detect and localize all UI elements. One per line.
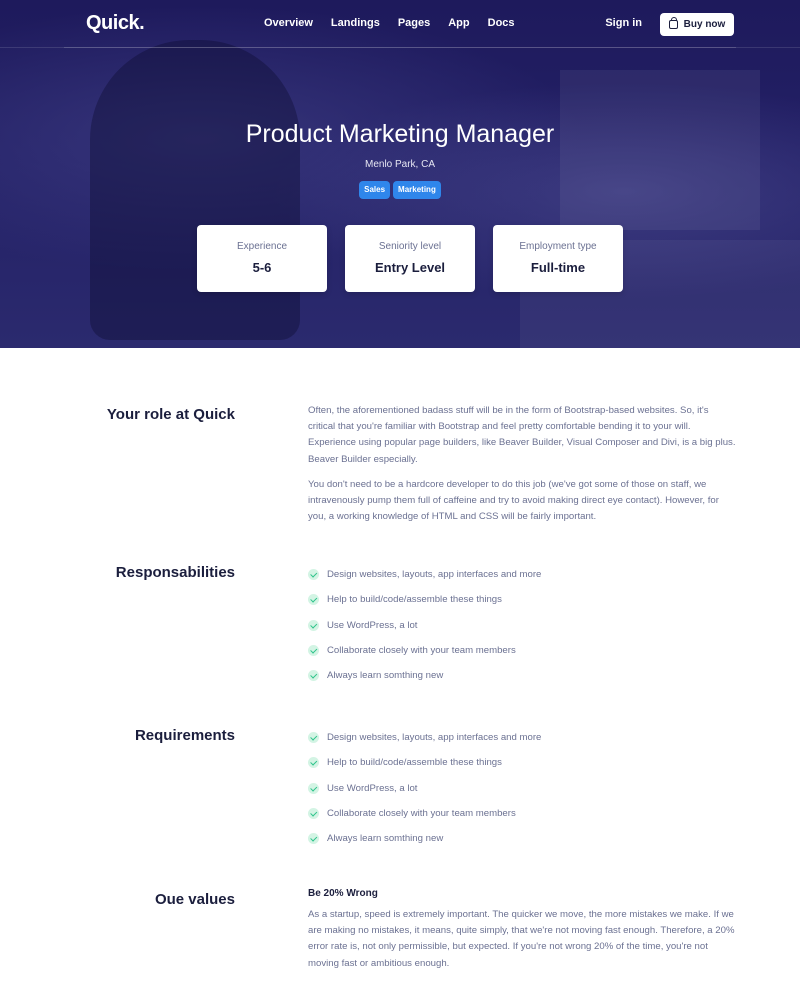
check-icon [308,757,319,769]
section-heading-role: Your role at Quick [106,406,235,423]
sign-in-link[interactable]: Sign in [605,17,642,29]
requirements-list: Design websites, layouts, app interfaces… [308,725,738,851]
stat-value: Full-time [530,260,586,275]
shopping-bag-icon [668,17,678,29]
list-item: Help to build/code/assemble these things [308,750,738,775]
stat-card-employment: Employment type Full-time [493,225,623,292]
stat-label: Employment type [519,241,597,252]
section-heading-responsibilities: Responsabilities [115,564,235,581]
navbar: Quick. Overview Landings Pages App Docs … [0,0,800,48]
role-body: Often, the aforementioned badass stuff w… [308,403,738,534]
check-icon [308,833,319,845]
stat-value: 5-6 [252,260,272,275]
section-heading-values: Oue values [154,891,235,908]
tag-marketing[interactable]: Marketing [393,181,441,199]
value-title: Be 20% Wrong [308,888,378,899]
list-item-text: Use WordPress, a lot [327,619,418,631]
logo[interactable]: Quick. [86,12,145,35]
list-item-text: Collaborate closely with your team membe… [327,808,516,820]
nav-link-overview[interactable]: Overview [264,17,313,29]
list-item: Collaborate closely with your team membe… [308,638,738,663]
navbar-inner: Quick. Overview Landings Pages App Docs … [64,0,736,48]
responsibilities-list: Design websites, layouts, app interfaces… [308,562,738,688]
job-title: Product Marketing Manager [245,120,555,148]
check-icon [308,594,319,606]
check-icon [308,670,319,682]
check-icon [308,732,319,744]
list-item-text: Always learn somthing new [327,833,444,845]
check-icon [308,569,319,581]
buy-now-button[interactable]: Buy now [660,13,734,36]
list-item-text: Design websites, layouts, app interfaces… [327,569,542,581]
buy-now-label: Buy now [683,19,726,30]
nav-link-docs[interactable]: Docs [488,17,515,29]
check-icon [308,645,319,657]
list-item: Always learn somthing new [308,826,738,851]
nav-link-app[interactable]: App [448,17,469,29]
nav-links: Overview Landings Pages App Docs [264,17,533,29]
list-item: Help to build/code/assemble these things [308,587,738,612]
section-heading-requirements: Requirements [134,727,235,744]
stat-label: Experience [236,241,288,252]
list-item-text: Collaborate closely with your team membe… [327,645,516,657]
job-tags: Sales Marketing [0,181,800,199]
check-icon [308,619,319,631]
role-paragraph: Often, the aforementioned badass stuff w… [308,405,736,465]
list-item-text: Always learn somthing new [327,670,444,682]
list-item-text: Use WordPress, a lot [327,782,418,794]
nav-link-landings[interactable]: Landings [331,17,380,29]
job-location: Menlo Park, CA [364,159,436,170]
stat-card-seniority: Seniority level Entry Level [345,225,475,292]
list-item: Always learn somthing new [308,663,738,688]
stat-label: Seniority level [378,241,442,252]
stat-value: Entry Level [374,260,446,275]
list-item-text: Design websites, layouts, app interfaces… [327,732,542,744]
list-item: Collaborate closely with your team membe… [308,801,738,826]
list-item-text: Help to build/code/assemble these things [327,757,502,769]
list-item: Design websites, layouts, app interfaces… [308,725,738,750]
role-paragraph: You don't need to be a hardcore develope… [308,478,719,523]
check-icon [308,782,319,794]
check-icon [308,808,319,820]
nav-link-pages[interactable]: Pages [398,17,430,29]
list-item: Design websites, layouts, app interfaces… [308,562,738,587]
hero-section: Quick. Overview Landings Pages App Docs … [0,0,800,348]
tag-sales[interactable]: Sales [359,181,391,199]
list-item: Use WordPress, a lot [308,776,738,801]
list-item: Use WordPress, a lot [308,613,738,638]
value-text: As a startup, speed is extremely importa… [308,909,735,969]
hero-photo-monitor [560,70,760,230]
values-body: Be 20% Wrong As a startup, speed is extr… [308,888,738,981]
job-stats: Experience 5-6 Seniority level Entry Lev… [197,225,623,292]
stat-card-experience: Experience 5-6 [197,225,327,292]
list-item-text: Help to build/code/assemble these things [327,594,502,606]
